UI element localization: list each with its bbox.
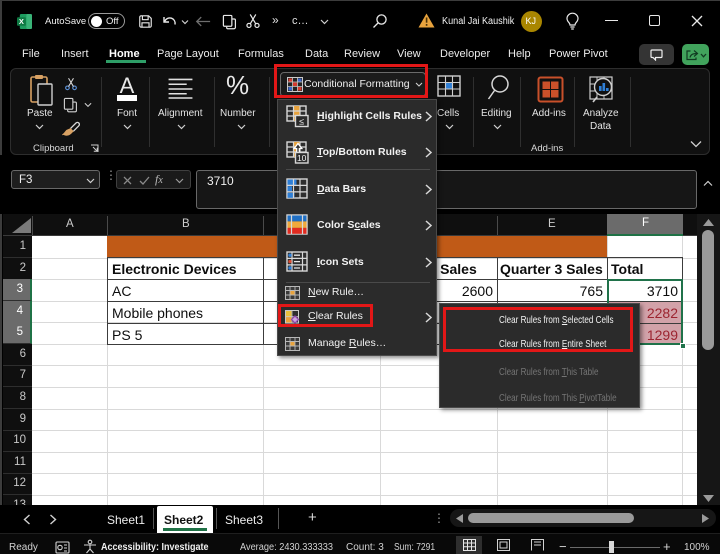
svg-text:≤: ≤: [299, 117, 304, 127]
svg-text:10: 10: [297, 153, 307, 163]
svg-text:A: A: [120, 75, 135, 98]
